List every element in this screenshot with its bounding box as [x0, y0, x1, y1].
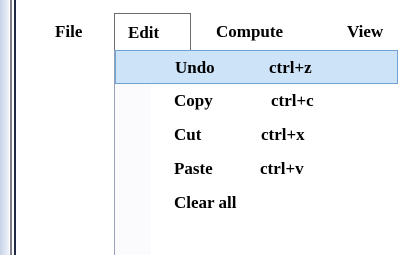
window-left-border [0, 0, 18, 255]
window-border-line [10, 0, 12, 255]
menu-item-copy[interactable]: Copy ctrl+c [115, 84, 398, 118]
menu-item-shortcut: ctrl+v [260, 159, 304, 178]
menu-item-undo[interactable]: Undo ctrl+z [115, 50, 398, 84]
menu-edit[interactable]: Edit [114, 13, 191, 50]
menu-bar: File Edit Compute View [18, 13, 398, 50]
window-border-line-dark [14, 0, 16, 255]
menu-item-shortcut: ctrl+c [271, 91, 314, 110]
menu-item-label: Copy [174, 91, 213, 110]
menu-compute[interactable]: Compute [216, 13, 283, 50]
menu-item-shortcut: ctrl+z [269, 58, 312, 77]
menu-item-shortcut: ctrl+x [261, 125, 305, 144]
menu-item-label: Undo [175, 58, 215, 77]
menu-item-cut[interactable]: Cut ctrl+x [115, 118, 398, 152]
menu-item-label: Clear all [174, 193, 237, 212]
window-edge-shadow [0, 0, 9, 255]
menu-file[interactable]: File [55, 13, 82, 50]
menu-item-paste[interactable]: Paste ctrl+v [115, 152, 398, 186]
edit-dropdown-menu: Undo ctrl+z Copy ctrl+c Cut ctrl+x Paste… [114, 50, 398, 255]
menu-item-label: Paste [174, 159, 213, 178]
menu-item-clear-all[interactable]: Clear all [115, 186, 398, 220]
menu-view[interactable]: View [347, 13, 383, 50]
menu-item-label: Cut [174, 125, 202, 144]
